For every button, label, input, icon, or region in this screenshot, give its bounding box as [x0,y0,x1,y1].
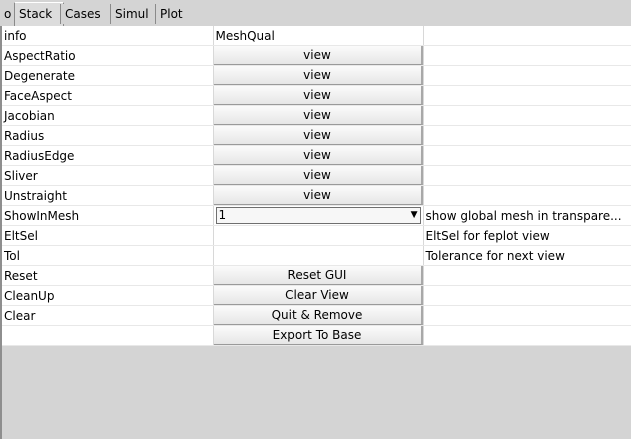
row-comment [423,145,631,166]
table-row: Tol Tolerance for next view [2,245,631,266]
quit-remove-button[interactable]: Quit & Remove [213,306,422,325]
row-comment [423,45,631,66]
row-name: Tol [2,245,214,266]
row-name: info [2,26,214,46]
table-row: Unstraight view [2,185,631,206]
row-comment [423,185,631,206]
tol-field[interactable] [213,245,424,266]
row-name [2,325,214,346]
table-row: Degenerate view [2,65,631,86]
export-to-base-button[interactable]: Export To Base [213,326,422,345]
clear-view-button[interactable]: Clear View [213,286,422,305]
view-degenerate-button[interactable]: view [213,66,422,85]
reset-gui-button[interactable]: Reset GUI [213,266,422,285]
tab-simul[interactable]: Simul [110,4,153,24]
row-name: ShowInMesh [2,205,214,226]
row-comment [423,305,631,326]
row-name: Reset [2,265,214,286]
row-comment [423,325,631,346]
row-comment [423,26,631,46]
table-row: Sliver view [2,165,631,186]
view-radiusedge-button[interactable]: view [213,146,422,165]
table-row: AspectRatio view [2,45,631,66]
view-faceaspect-button[interactable]: view [213,86,422,105]
row-comment: Tolerance for next view [423,245,631,266]
row-name: Clear [2,305,214,326]
view-aspectratio-button[interactable]: view [213,46,422,65]
table-row: ShowInMesh 1 ▼ show global mesh in trans… [2,205,631,226]
row-comment [423,105,631,126]
row-comment: show global mesh in transpare... [423,205,631,226]
row-name: RadiusEdge [2,145,214,166]
table-row: Radius view [2,125,631,146]
eltsel-field[interactable] [213,225,424,246]
row-comment [423,65,631,86]
row-name: Degenerate [2,65,214,86]
row-comment [423,125,631,146]
row-value[interactable]: MeshQual [213,26,424,46]
view-radius-button[interactable]: view [213,126,422,145]
row-name: FaceAspect [2,85,214,106]
view-unstraight-button[interactable]: view [213,186,422,205]
row-name: AspectRatio [2,45,214,66]
table-row: EltSel EltSel for feplot view [2,225,631,246]
table-row: info MeshQual [2,26,631,46]
tab-cases[interactable]: Cases [60,4,105,24]
property-table: info MeshQual AspectRatio view Degenerat… [2,26,631,346]
row-name: Sliver [2,165,214,186]
table-row: Jacobian view [2,105,631,126]
view-sliver-button[interactable]: view [213,166,422,185]
table-row: Reset Reset GUI [2,265,631,286]
showinmesh-select[interactable]: 1 ▼ [215,207,421,224]
table-row: Clear Quit & Remove [2,305,631,326]
row-comment [423,85,631,106]
select-value: 1 [218,208,227,222]
row-comment [423,165,631,186]
row-comment: EltSel for feplot view [423,225,631,246]
table-row: CleanUp Clear View [2,285,631,306]
row-name: Radius [2,125,214,146]
tab-bar: o Stack Cases Simul Plot [0,0,631,27]
row-name: Jacobian [2,105,214,126]
table-row: Export To Base [2,325,631,346]
view-jacobian-button[interactable]: view [213,106,422,125]
tab-plot[interactable]: Plot [155,4,187,24]
row-name: EltSel [2,225,214,246]
table-row: RadiusEdge view [2,145,631,166]
row-comment [423,285,631,306]
row-name: Unstraight [2,185,214,206]
dropdown-arrow-icon[interactable]: ▼ [411,208,418,223]
table-row: FaceAspect view [2,85,631,106]
row-comment [423,265,631,286]
row-name: CleanUp [2,285,214,306]
tab-stack[interactable]: Stack [14,2,64,26]
